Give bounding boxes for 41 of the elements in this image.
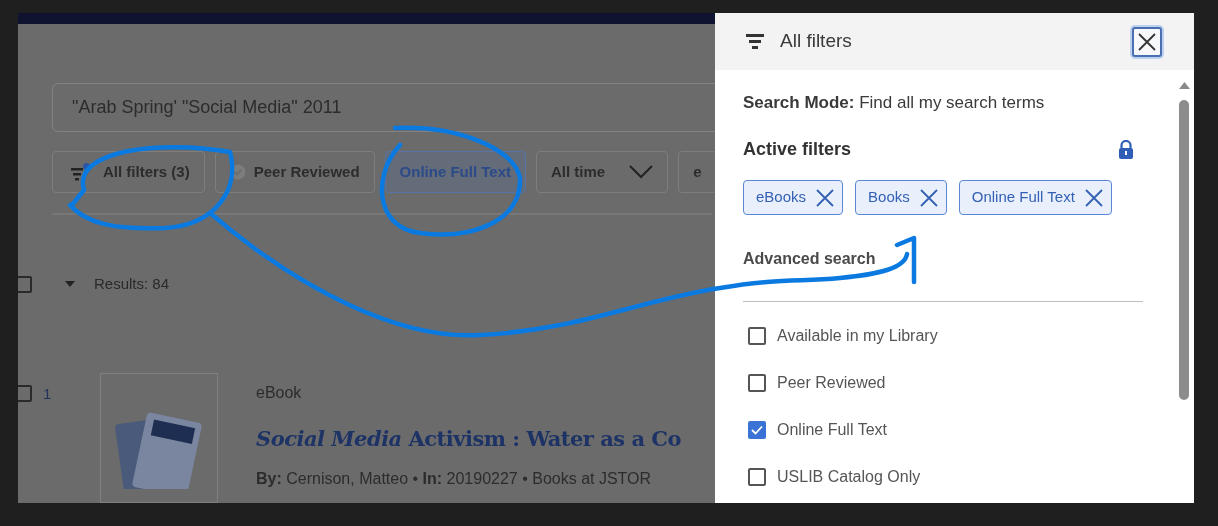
checkbox[interactable] [748, 421, 766, 439]
advanced-search-link[interactable]: Advanced search [743, 247, 876, 271]
remove-icon [1084, 188, 1103, 207]
result-title-link[interactable]: Social Media Activism : Water as a Co [256, 423, 682, 455]
check-icon [751, 425, 763, 435]
filter-icon [71, 163, 91, 182]
search-field[interactable]: "Arab Spring' "Social Media" 2011 [52, 82, 715, 133]
filter-icon [746, 33, 764, 50]
filter-tag[interactable]: eBooks [743, 180, 844, 215]
checkbox-label: Available in my Library [777, 326, 938, 346]
filter-chip[interactable]: All filters (3) [52, 151, 205, 194]
filter-tag[interactable]: Books [855, 180, 947, 215]
scrollbar-thumb[interactable] [1179, 100, 1189, 400]
checkbox[interactable] [748, 468, 766, 486]
search-mode-text: Search Mode: Find all my search terms [743, 92, 1046, 114]
results-count: Results: 84 [94, 273, 170, 294]
remove-icon [919, 188, 938, 207]
caret-icon[interactable] [65, 281, 75, 287]
filter-chip[interactable]: Online Full Text [384, 151, 526, 194]
filter-chip[interactable]: All time [536, 151, 669, 194]
result-number: 1 [43, 384, 53, 404]
lock-icon [1118, 140, 1134, 159]
checkbox[interactable] [748, 327, 766, 345]
close-button[interactable] [1132, 26, 1162, 57]
filter-chip[interactable]: Peer Reviewed [214, 151, 375, 194]
panel-title: All filters [780, 29, 852, 54]
checkbox[interactable] [748, 374, 766, 392]
checkbox[interactable] [18, 385, 32, 402]
filter-tag[interactable]: Online Full Text [958, 180, 1112, 215]
byline: By: Cernison, Matteo • In: 20190227 • Books at JSTOR [256, 468, 653, 489]
search-text: "Arab Spring' "Social Media" 2011 [72, 95, 342, 119]
checkbox[interactable] [18, 275, 32, 293]
checkbox-label: Peer Reviewed [777, 373, 886, 393]
scroll-up-arrow[interactable] [1179, 82, 1190, 89]
checkbox-label: Online Full Text [777, 420, 887, 440]
section-heading: Active filters [743, 138, 852, 161]
close-icon [1137, 31, 1157, 52]
checkbox-label: USLIB Catalog Only [777, 467, 921, 487]
item-type: eBook [256, 383, 303, 403]
remove-icon [816, 188, 835, 207]
chevron-down-icon [629, 165, 654, 180]
